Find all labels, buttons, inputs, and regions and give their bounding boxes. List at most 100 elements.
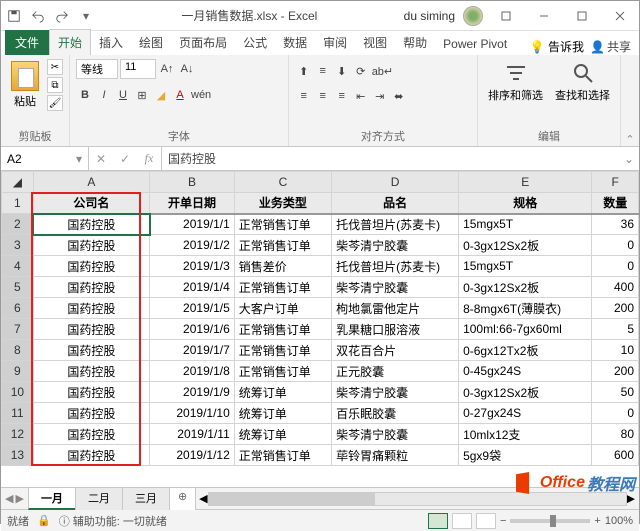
cell[interactable]: 统筹订单 [234,424,331,445]
merge-icon[interactable]: ⬌ [390,87,408,105]
row-header[interactable]: 10 [2,382,34,403]
cell[interactable]: 10 [592,340,639,361]
wrap-text-icon[interactable]: ab↵ [371,62,394,80]
cell[interactable]: 2019/1/12 [150,445,235,466]
cell[interactable]: 国药控股 [33,382,149,403]
cell[interactable]: 200 [592,361,639,382]
col-header-c[interactable]: C [234,172,331,193]
bold-button[interactable]: B [76,86,94,104]
cell[interactable]: 0-3gx12Sx2板 [459,235,592,256]
tab-insert[interactable]: 插入 [91,30,131,55]
col-header-d[interactable]: D [332,172,459,193]
header-cell[interactable]: 数量 [592,193,639,214]
cell[interactable]: 乳果糖口服溶液 [332,319,459,340]
italic-button[interactable]: I [95,86,113,104]
cell[interactable]: 销售差价 [234,256,331,277]
cell[interactable]: 托伐普坦片(苏麦卡) [332,256,459,277]
row-header[interactable]: 12 [2,424,34,445]
normal-view-icon[interactable] [428,513,448,529]
cell[interactable]: 0-6gx12Tx2板 [459,340,592,361]
cell[interactable]: 统筹订单 [234,403,331,424]
row-header[interactable]: 7 [2,319,34,340]
undo-icon[interactable] [29,7,47,25]
page-break-view-icon[interactable] [476,513,496,529]
increase-indent-icon[interactable]: ⇥ [371,87,389,105]
font-size-select[interactable]: 11 [120,59,156,79]
align-right-icon[interactable]: ≡ [333,87,351,105]
cell[interactable]: 国药控股 [33,445,149,466]
cell[interactable]: 柴芩清宁胶囊 [332,382,459,403]
cell[interactable]: 国药控股 [33,298,149,319]
header-cell[interactable]: 业务类型 [234,193,331,214]
decrease-indent-icon[interactable]: ⇤ [352,87,370,105]
align-center-icon[interactable]: ≡ [314,87,332,105]
font-name-select[interactable]: 等线 [76,59,118,79]
scroll-left-icon[interactable]: ◀ [199,492,207,505]
header-cell[interactable]: 品名 [332,193,459,214]
find-select-button[interactable]: 查找和选择 [551,59,614,105]
fill-color-icon[interactable]: ◢ [152,86,170,104]
tab-layout[interactable]: 页面布局 [171,30,235,55]
collapse-ribbon-icon[interactable]: ⌃ [621,55,639,146]
paste-button[interactable]: 粘贴 [7,59,43,111]
format-painter-icon[interactable]: 🖌 [47,95,63,111]
tab-help[interactable]: 帮助 [395,30,435,55]
cell[interactable]: 8-8mgx6T(薄膜衣) [459,298,592,319]
user-name[interactable]: du siming [404,9,455,23]
decrease-font-icon[interactable]: A↓ [178,60,196,78]
cell[interactable]: 2019/1/11 [150,424,235,445]
tab-home[interactable]: 开始 [49,29,91,55]
font-color-icon[interactable]: A [171,86,189,104]
new-sheet-icon[interactable]: ⊕ [169,487,196,510]
tab-powerpivot[interactable]: Power Pivot [435,33,515,55]
cell[interactable]: 国药控股 [33,214,149,235]
sheet-nav-next-icon[interactable]: ▶ [15,492,23,505]
cell[interactable]: 柴芩清宁胶囊 [332,277,459,298]
cell[interactable]: 国药控股 [33,403,149,424]
cell[interactable]: 15mgx5T [459,214,592,235]
cell[interactable]: 百乐眠胶囊 [332,403,459,424]
cell[interactable]: 0-3gx12Sx2板 [459,382,592,403]
cell[interactable]: 正元胶囊 [332,361,459,382]
cell[interactable]: 0-3gx12Sx2板 [459,277,592,298]
cell[interactable]: 2019/1/9 [150,382,235,403]
sheet-tab-jan[interactable]: 一月 [28,487,76,510]
sheet-tab-mar[interactable]: 三月 [122,487,170,510]
share-button[interactable]: 👤 共享 [590,38,631,55]
tab-draw[interactable]: 绘图 [131,30,171,55]
cell[interactable]: 国药控股 [33,277,149,298]
tab-formulas[interactable]: 公式 [235,30,275,55]
cell[interactable]: 36 [592,214,639,235]
cell[interactable]: 0 [592,256,639,277]
worksheet-grid[interactable]: ◢ A B C D E F 1 公司名 开单日期 业务类型 品名 规格 数量 2… [1,171,639,487]
minimize-icon[interactable] [529,6,559,26]
page-layout-view-icon[interactable] [452,513,472,529]
copy-icon[interactable]: ⧉ [47,77,63,93]
cell[interactable]: 正常销售订单 [234,340,331,361]
cell[interactable]: 0-45gx24S [459,361,592,382]
sheet-nav-prev-icon[interactable]: ◀ [5,492,13,505]
col-header-f[interactable]: F [592,172,639,193]
cell[interactable]: 2019/1/3 [150,256,235,277]
cell[interactable]: 荜铃胃痛颗粒 [332,445,459,466]
cell[interactable]: 国药控股 [33,340,149,361]
row-header[interactable]: 11 [2,403,34,424]
cell[interactable]: 大客户订单 [234,298,331,319]
col-header-b[interactable]: B [150,172,235,193]
row-header[interactable]: 13 [2,445,34,466]
ribbon-display-icon[interactable] [491,6,521,26]
cell[interactable]: 10mlx12支 [459,424,592,445]
enter-formula-icon[interactable]: ✓ [113,147,137,170]
tab-file[interactable]: 文件 [5,30,49,55]
user-avatar-icon[interactable] [463,6,483,26]
cell[interactable]: 2019/1/4 [150,277,235,298]
cell[interactable]: 正常销售订单 [234,361,331,382]
insert-function-icon[interactable]: fx [137,147,161,170]
align-left-icon[interactable]: ≡ [295,87,313,105]
formula-input[interactable]: 国药控股 [162,147,619,170]
cell[interactable]: 国药控股 [33,319,149,340]
cell[interactable]: 0-27gx24S [459,403,592,424]
cell[interactable]: 2019/1/2 [150,235,235,256]
cut-icon[interactable]: ✂ [47,59,63,75]
cell[interactable]: 2019/1/7 [150,340,235,361]
